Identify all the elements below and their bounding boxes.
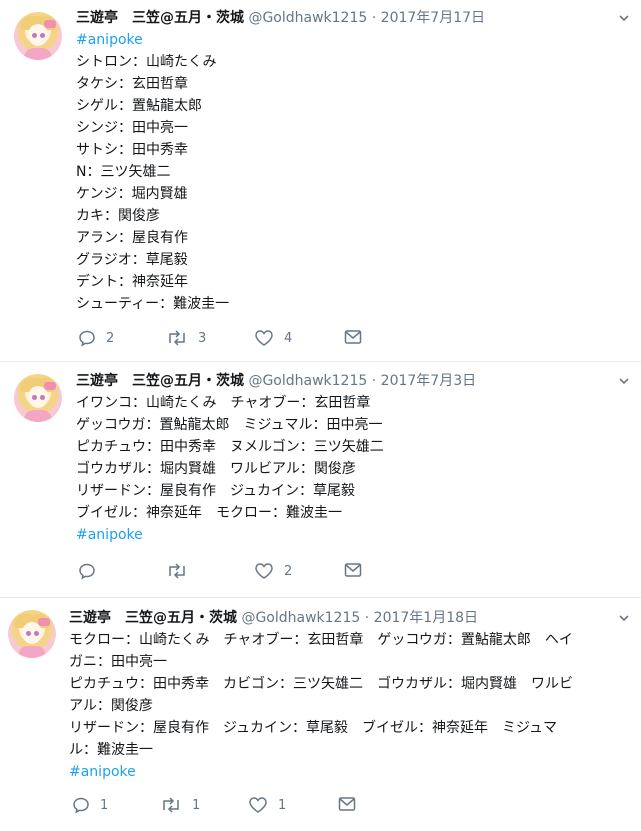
tweet-line: カキ：関俊彦 bbox=[76, 208, 160, 224]
tweet-line: グラジオ：草尾毅 bbox=[76, 252, 188, 268]
tweet-line: ピカチュウ：田中秀幸 ヌメルゴン：三ツ矢雄二 bbox=[76, 439, 384, 455]
tweet-line: ゲッコウガ：置鮎龍太郎 ミジュマル：田中亮一 bbox=[76, 417, 383, 433]
timestamp[interactable]: 2017年7月3日 bbox=[381, 373, 476, 389]
display-name[interactable]: 三遊亭 三笠@五月・茨城 bbox=[76, 373, 244, 389]
tweet-line: リザードン：屋良有作 ジュカイン：草尾毅 ブイゼル：神奈延年 ミジュマ bbox=[69, 720, 558, 736]
direct-message-icon bbox=[338, 797, 356, 811]
tweet-line: モクロー：山崎たくみ チャオブー：玄田哲章 ゲッコウガ：置鮎龍太郎 ヘイ bbox=[69, 632, 573, 648]
tweet-text: #anipoke シトロン：山崎たくみ タケシ：玄田哲章 シゲル：置鮎龍太郎 シ… bbox=[76, 29, 229, 315]
separator: · bbox=[371, 10, 377, 26]
like-button[interactable]: 2 bbox=[254, 562, 292, 580]
tweet[interactable]: 三遊亭 三笠@五月・茨城 @Goldhawk1215 · 2017年1月18日 … bbox=[0, 598, 641, 831]
hashtag-link[interactable]: #anipoke bbox=[76, 29, 229, 51]
chevron-down-icon[interactable] bbox=[619, 376, 629, 386]
tweet-header: 三遊亭 三笠@五月・茨城 @Goldhawk1215 · 2017年7月3日 bbox=[76, 372, 476, 390]
tweet[interactable]: 三遊亭 三笠@五月・茨城 @Goldhawk1215 · 2017年7月17日 … bbox=[0, 0, 641, 362]
tweet-line: ゴウカザル：堀内賢雄 ワルビアル：関俊彦 bbox=[76, 461, 356, 477]
like-icon bbox=[249, 797, 267, 813]
separator: · bbox=[364, 610, 370, 626]
tweet-line: ガニ：田中亮一 bbox=[69, 654, 167, 670]
retweet-button[interactable] bbox=[166, 562, 198, 580]
tweet-actions: 1 1 1 bbox=[72, 796, 372, 816]
hashtag-link[interactable]: #anipoke bbox=[69, 761, 573, 783]
tweet-line: アル：関俊彦 bbox=[69, 698, 153, 714]
reply-button[interactable]: 2 bbox=[78, 329, 114, 347]
tweet-line: シゲル：置鮎龍太郎 bbox=[76, 98, 202, 114]
tweet-line: シトロン：山崎たくみ bbox=[76, 54, 217, 70]
tweet-line: ブイゼル：神奈延年 モクロー：難波圭一 bbox=[76, 505, 342, 521]
separator: · bbox=[371, 373, 377, 389]
tweet-line: ピカチュウ：田中秀幸 カビゴン：三ツ矢雄二 ゴウカザル：堀内賢雄 ワルビ bbox=[69, 676, 573, 692]
tweet-line: イワンコ：山崎たくみ チャオブー：玄田哲章 bbox=[76, 395, 371, 411]
like-icon bbox=[255, 563, 273, 579]
retweet-count: 3 bbox=[198, 330, 207, 346]
retweet-count: 1 bbox=[192, 797, 201, 813]
like-count: 2 bbox=[284, 563, 293, 579]
retweet-button[interactable]: 3 bbox=[166, 329, 206, 347]
tweet-line: ル：難波圭一 bbox=[69, 742, 153, 758]
hashtag-link[interactable]: #anipoke bbox=[76, 524, 384, 546]
username[interactable]: @Goldhawk1215 bbox=[248, 10, 367, 26]
like-button[interactable]: 4 bbox=[254, 329, 292, 347]
like-count: 4 bbox=[284, 330, 293, 346]
like-icon bbox=[255, 330, 273, 346]
reply-count: 2 bbox=[106, 330, 115, 346]
tweet-line: リザードン：屋良有作 ジュカイン：草尾毅 bbox=[76, 483, 356, 499]
retweet-icon bbox=[163, 797, 179, 813]
like-button[interactable]: 1 bbox=[248, 796, 286, 814]
tweet-line: デント：神奈延年 bbox=[76, 274, 188, 290]
tweet-actions: 2 bbox=[78, 562, 378, 582]
retweet-button[interactable]: 1 bbox=[160, 796, 200, 814]
tweet-line: N：三ツ矢雄二 bbox=[76, 164, 171, 180]
tweet-text: イワンコ：山崎たくみ チャオブー：玄田哲章 ゲッコウガ：置鮎龍太郎 ミジュマル：… bbox=[76, 392, 384, 546]
tweet-line: シンジ：田中亮一 bbox=[76, 120, 188, 136]
tweet-header: 三遊亭 三笠@五月・茨城 @Goldhawk1215 · 2017年1月18日 bbox=[69, 609, 478, 627]
direct-message-icon bbox=[344, 330, 362, 344]
display-name[interactable]: 三遊亭 三笠@五月・茨城 bbox=[76, 10, 244, 26]
reply-button[interactable]: 1 bbox=[72, 796, 108, 814]
reply-count: 1 bbox=[100, 797, 109, 813]
chevron-down-icon[interactable] bbox=[619, 613, 629, 623]
reply-button[interactable] bbox=[78, 562, 106, 580]
tweet-line: ケンジ：堀内賢雄 bbox=[76, 186, 188, 202]
chevron-down-icon[interactable] bbox=[619, 13, 629, 23]
tweet-line: アラン：屋良有作 bbox=[76, 230, 188, 246]
tweet-text: モクロー：山崎たくみ チャオブー：玄田哲章 ゲッコウガ：置鮎龍太郎 ヘイ ガニ：… bbox=[69, 629, 573, 783]
direct-message-button[interactable] bbox=[338, 796, 356, 812]
timestamp[interactable]: 2017年7月17日 bbox=[381, 10, 485, 26]
avatar[interactable] bbox=[8, 610, 56, 658]
direct-message-button[interactable] bbox=[344, 329, 362, 345]
username[interactable]: @Goldhawk1215 bbox=[241, 610, 360, 626]
avatar[interactable] bbox=[14, 12, 62, 60]
tweet-actions: 2 3 4 bbox=[78, 329, 378, 349]
retweet-icon bbox=[169, 563, 185, 579]
reply-icon bbox=[73, 797, 89, 814]
timestamp[interactable]: 2017年1月18日 bbox=[374, 610, 478, 626]
reply-icon bbox=[79, 563, 95, 580]
direct-message-button[interactable] bbox=[344, 562, 362, 578]
reply-icon bbox=[79, 330, 95, 347]
tweet-line: シューティー：難波圭一 bbox=[76, 296, 230, 312]
direct-message-icon bbox=[344, 563, 362, 577]
avatar[interactable] bbox=[14, 374, 62, 422]
tweet-header: 三遊亭 三笠@五月・茨城 @Goldhawk1215 · 2017年7月17日 bbox=[76, 9, 485, 27]
retweet-icon bbox=[169, 330, 185, 346]
tweet-line: タケシ：玄田哲章 bbox=[76, 76, 188, 92]
username[interactable]: @Goldhawk1215 bbox=[248, 373, 367, 389]
tweet[interactable]: 三遊亭 三笠@五月・茨城 @Goldhawk1215 · 2017年7月3日 イ… bbox=[0, 362, 641, 598]
like-count: 1 bbox=[278, 797, 287, 813]
display-name[interactable]: 三遊亭 三笠@五月・茨城 bbox=[69, 610, 237, 626]
tweet-line: サトシ：田中秀幸 bbox=[76, 142, 188, 158]
